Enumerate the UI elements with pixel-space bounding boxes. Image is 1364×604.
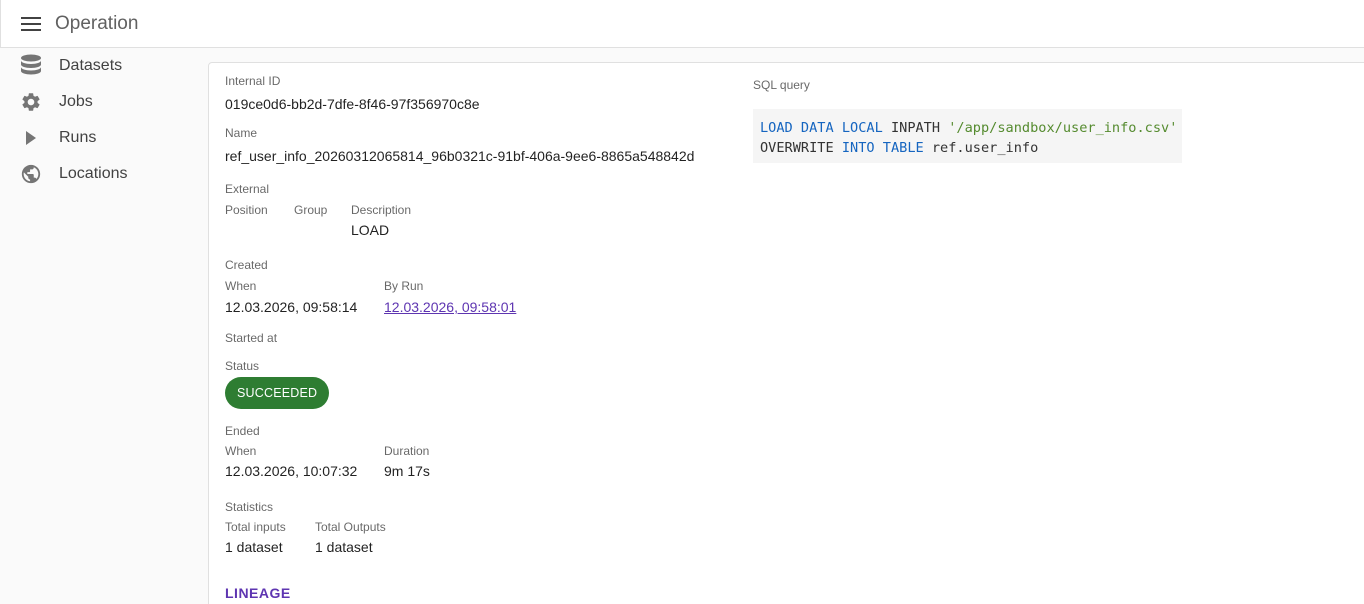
- statistics-label: Statistics: [225, 500, 274, 514]
- hamburger-icon: [21, 16, 41, 31]
- database-icon: [19, 54, 43, 78]
- app-bar: Operation: [0, 0, 1364, 48]
- page-title: Operation: [55, 12, 139, 34]
- sidebar-item-label: Datasets: [59, 57, 123, 74]
- sidebar-item-label: Runs: [59, 129, 97, 146]
- by-run-value: 12.03.2026, 09:58:01: [384, 299, 516, 315]
- created-label: Created: [225, 258, 268, 272]
- by-run-label: By Run: [384, 279, 424, 293]
- sidebar-item-label: Jobs: [59, 93, 93, 110]
- started-at-label: Started at: [225, 331, 278, 345]
- status-badge: SUCCEEDED: [225, 377, 330, 409]
- duration-value: 9m 17s: [384, 463, 430, 479]
- name-label: Name: [225, 126, 258, 140]
- ended-when-label: When: [225, 444, 257, 458]
- globe-icon: [19, 162, 43, 186]
- menu-button[interactable]: [11, 4, 51, 44]
- duration-label: Duration: [384, 444, 430, 458]
- lineage-tab[interactable]: LINEAGE: [225, 585, 291, 601]
- created-when-label: When: [225, 279, 257, 293]
- sql-line-2: OVERWRITE INTO TABLE ref.user_info: [760, 140, 1039, 156]
- sidebar: Datasets Jobs Runs Locations: [0, 48, 208, 604]
- description-value: LOAD: [351, 222, 390, 238]
- sidebar-item-locations[interactable]: Locations: [0, 156, 208, 192]
- sql-query-label: SQL query: [753, 78, 810, 92]
- group-label: Group: [294, 203, 328, 217]
- position-label: Position: [225, 203, 268, 217]
- total-outputs-label: Total Outputs: [315, 520, 386, 534]
- sql-line-1: LOAD DATA LOCAL INPATH '/app/sandbox/use…: [760, 120, 1178, 136]
- created-when-value: 12.03.2026, 09:58:14: [225, 299, 358, 315]
- sidebar-item-jobs[interactable]: Jobs: [0, 84, 208, 120]
- description-label: Description: [351, 203, 412, 217]
- total-inputs-label: Total inputs: [225, 520, 286, 534]
- sidebar-item-datasets[interactable]: Datasets: [0, 48, 208, 84]
- total-inputs-value: 1 dataset: [225, 539, 283, 555]
- internal-id-value: 019ce0d6-bb2d-7dfe-8f46-97f356970c8e: [225, 96, 480, 112]
- sidebar-item-runs[interactable]: Runs: [0, 120, 208, 156]
- name-value: ref_user_info_20260312065814_96b0321c-91…: [225, 148, 695, 164]
- sql-query-code: LOAD DATA LOCAL INPATH '/app/sandbox/use…: [753, 109, 1182, 163]
- internal-id-label: Internal ID: [225, 74, 281, 88]
- sidebar-item-label: Locations: [59, 165, 128, 182]
- by-run-link[interactable]: 12.03.2026, 09:58:01: [384, 299, 516, 315]
- gear-icon: [19, 90, 43, 114]
- total-outputs-value: 1 dataset: [315, 539, 373, 555]
- play-icon: [19, 126, 43, 150]
- status-label: Status: [225, 359, 260, 373]
- ended-label: Ended: [225, 424, 260, 438]
- operation-details-card: Internal ID 019ce0d6-bb2d-7dfe-8f46-97f3…: [208, 62, 1364, 604]
- external-label: External: [225, 182, 270, 196]
- ended-when-value: 12.03.2026, 10:07:32: [225, 463, 358, 479]
